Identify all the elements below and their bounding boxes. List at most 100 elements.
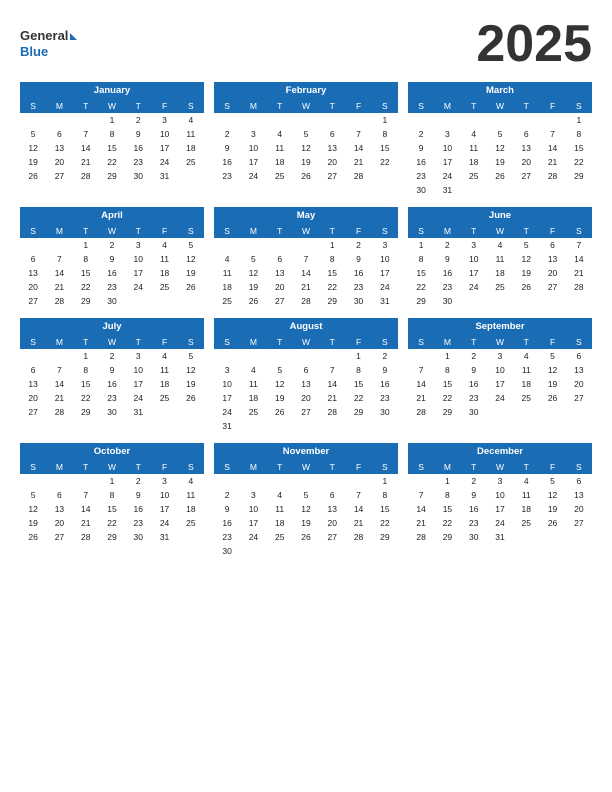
calendar-day: 17 — [461, 266, 487, 280]
calendar-day: 3 — [461, 238, 487, 252]
calendar-day: 12 — [513, 252, 539, 266]
calendar-day — [293, 419, 319, 433]
calendar-day: 21 — [46, 391, 72, 405]
day-of-week-header: S — [566, 99, 592, 113]
month-block-july: JulySMTWTFS12345678910111213141516171819… — [20, 318, 204, 433]
calendar-day: 21 — [539, 155, 565, 169]
calendar-day: 8 — [99, 127, 125, 141]
calendar-day: 2 — [214, 127, 240, 141]
calendar-day — [539, 113, 565, 127]
calendar-day: 13 — [20, 266, 46, 280]
calendar-day: 16 — [372, 377, 398, 391]
calendar-day: 19 — [20, 516, 46, 530]
calendar-day: 12 — [240, 266, 266, 280]
calendar-day: 5 — [513, 238, 539, 252]
day-of-week-header: T — [73, 224, 99, 238]
calendar-day: 22 — [73, 391, 99, 405]
calendar-day — [345, 419, 371, 433]
calendar-day: 21 — [408, 391, 434, 405]
month-block-june: JuneSMTWTFS12345678910111213141516171819… — [408, 207, 592, 308]
calendar-day: 25 — [267, 169, 293, 183]
calendar-day — [151, 294, 177, 308]
calendar-day: 12 — [539, 488, 565, 502]
month-table-june: SMTWTFS123456789101112131415161718192021… — [408, 224, 592, 308]
calendar-day — [319, 349, 345, 363]
calendar-day: 19 — [539, 377, 565, 391]
calendar-day: 9 — [214, 141, 240, 155]
calendar-day: 5 — [293, 127, 319, 141]
day-of-week-header: S — [20, 335, 46, 349]
calendar-day: 20 — [539, 266, 565, 280]
calendar-day: 17 — [125, 377, 151, 391]
calendar-day: 28 — [73, 530, 99, 544]
calendar-day: 24 — [372, 280, 398, 294]
calendar-day: 4 — [151, 349, 177, 363]
month-block-may: MaySMTWTFS123456789101112131415161718192… — [214, 207, 398, 308]
calendar-day: 17 — [240, 155, 266, 169]
calendar-day: 8 — [566, 127, 592, 141]
calendar-day — [20, 238, 46, 252]
calendar-day: 31 — [434, 183, 460, 197]
calendar-day: 1 — [99, 474, 125, 488]
month-header-march: March — [408, 82, 592, 99]
calendar-day — [408, 113, 434, 127]
calendar-day: 30 — [461, 405, 487, 419]
calendar-day: 21 — [345, 516, 371, 530]
calendar-day — [293, 349, 319, 363]
calendar-day: 28 — [566, 280, 592, 294]
month-block-september: SeptemberSMTWTFS123456789101112131415161… — [408, 318, 592, 433]
calendar-day: 6 — [20, 252, 46, 266]
calendar-day: 16 — [125, 141, 151, 155]
calendar-day — [240, 419, 266, 433]
month-block-december: DecemberSMTWTFS1234567891011121314151617… — [408, 443, 592, 558]
day-of-week-header: F — [539, 224, 565, 238]
calendar-day: 5 — [487, 127, 513, 141]
calendar-day: 12 — [539, 363, 565, 377]
calendar-day: 9 — [372, 363, 398, 377]
day-of-week-header: S — [214, 224, 240, 238]
calendar-day: 13 — [46, 141, 72, 155]
calendar-day — [178, 405, 204, 419]
day-of-week-header: W — [293, 99, 319, 113]
day-of-week-header: S — [20, 224, 46, 238]
calendar-day: 18 — [151, 377, 177, 391]
calendar-day: 27 — [20, 405, 46, 419]
day-of-week-header: T — [461, 335, 487, 349]
calendar-day: 10 — [372, 252, 398, 266]
calendar-day: 4 — [151, 238, 177, 252]
day-of-week-header: T — [125, 460, 151, 474]
day-of-week-header: S — [408, 335, 434, 349]
calendar-day: 22 — [408, 280, 434, 294]
calendar-day: 1 — [434, 349, 460, 363]
month-block-october: OctoberSMTWTFS12345678910111213141516171… — [20, 443, 204, 558]
day-of-week-header: W — [487, 224, 513, 238]
calendar-day: 3 — [487, 349, 513, 363]
calendar-day — [240, 113, 266, 127]
calendar-day: 3 — [487, 474, 513, 488]
calendar-day: 9 — [214, 502, 240, 516]
day-of-week-header: F — [539, 335, 565, 349]
calendar-day: 9 — [125, 127, 151, 141]
calendar-day — [319, 419, 345, 433]
calendar-day: 14 — [345, 141, 371, 155]
calendar-day: 6 — [566, 349, 592, 363]
calendar-day: 31 — [487, 530, 513, 544]
calendar-day: 6 — [267, 252, 293, 266]
calendar-day: 21 — [408, 516, 434, 530]
calendar-day: 24 — [151, 155, 177, 169]
day-of-week-header: W — [99, 224, 125, 238]
calendar-day: 8 — [73, 252, 99, 266]
calendar-day: 14 — [408, 502, 434, 516]
calendar-day: 28 — [46, 405, 72, 419]
calendar-day — [513, 183, 539, 197]
calendar-day: 13 — [20, 377, 46, 391]
calendar-day: 10 — [151, 488, 177, 502]
calendar-day: 11 — [178, 488, 204, 502]
calendar-day: 9 — [461, 488, 487, 502]
calendar-day: 6 — [46, 127, 72, 141]
calendar-day: 31 — [125, 405, 151, 419]
calendar-day: 10 — [125, 252, 151, 266]
calendar-day: 26 — [20, 169, 46, 183]
calendar-day — [566, 530, 592, 544]
month-table-january: SMTWTFS123456789101112131415161718192021… — [20, 99, 204, 183]
